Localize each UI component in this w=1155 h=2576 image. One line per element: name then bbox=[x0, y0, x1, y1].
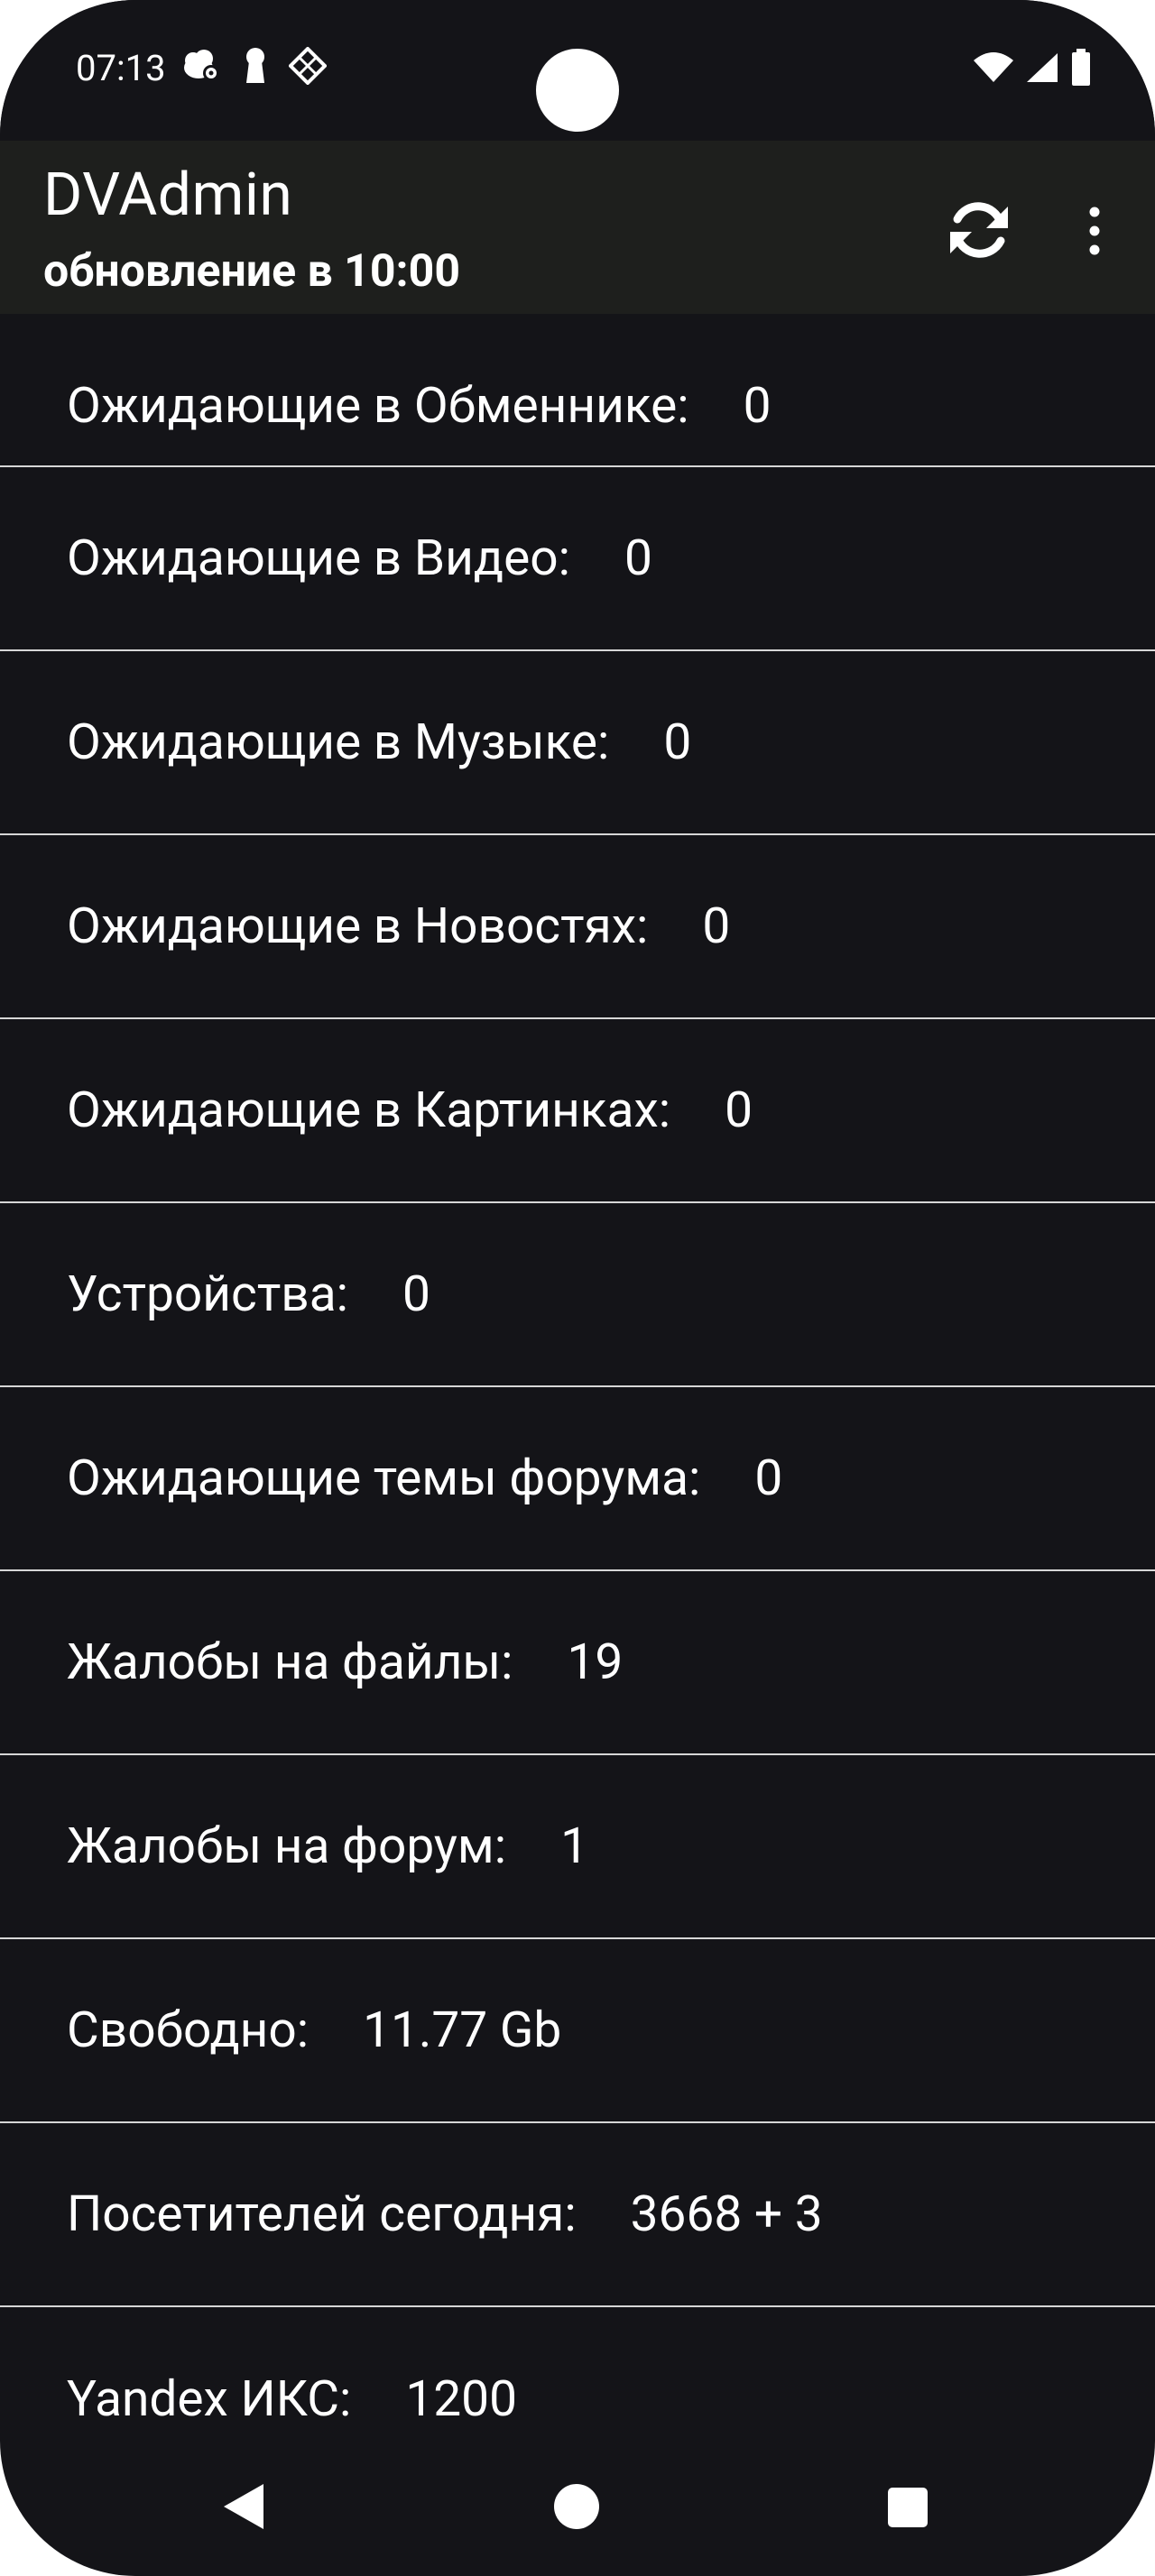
app-bar: DVAdmin обновление в 10:00 bbox=[0, 141, 1155, 314]
stats-row-forum-topics-pending: Ожидающие темы форума: 0 bbox=[0, 1387, 1155, 1571]
stats-list[interactable]: Ожидающие в Обменнике: 0 Ожидающие в Виде… bbox=[0, 314, 1155, 2491]
stat-label: Ожидающие в Новостях: bbox=[67, 897, 649, 955]
phone-screen: 07:13 DVAdmin обновление в 10:00 Ожидающ… bbox=[0, 0, 1155, 2576]
stats-row-free-space: Свободно: 11.77 Gb bbox=[0, 1939, 1155, 2123]
stat-label: Посетителей сегодня: bbox=[67, 2185, 577, 2243]
recents-button[interactable] bbox=[888, 2488, 928, 2527]
stat-value: 11.77 Gb bbox=[363, 2001, 562, 2059]
status-bar: 07:13 bbox=[0, 0, 1155, 141]
stat-label: Свободно: bbox=[67, 2001, 310, 2059]
stat-label: Жалобы на файлы: bbox=[67, 1633, 513, 1691]
app-title: DVAdmin bbox=[43, 161, 293, 230]
refresh-icon bbox=[950, 202, 1008, 258]
stat-label: Устройства: bbox=[67, 1265, 348, 1323]
stat-value: 19 bbox=[567, 1633, 624, 1691]
status-notification-icons bbox=[180, 47, 327, 85]
stats-row-exchanger-pending: Ожидающие в Обменнике: 0 bbox=[0, 314, 1155, 467]
signal-icon bbox=[1025, 51, 1059, 87]
stat-label: Ожидающие в Обменнике: bbox=[67, 377, 689, 435]
stat-value: 0 bbox=[402, 1265, 430, 1323]
stat-value: 0 bbox=[743, 377, 772, 435]
battery-icon bbox=[1070, 49, 1092, 90]
stat-label: Ожидающие в Картинках: bbox=[67, 1081, 671, 1139]
stat-label: Ожидающие в Видео: bbox=[67, 529, 570, 587]
stat-label: Жалобы на форум: bbox=[67, 1817, 507, 1875]
overflow-menu-button[interactable] bbox=[1072, 195, 1117, 267]
gear-cloud-icon bbox=[180, 48, 222, 84]
stats-row-pictures-pending: Ожидающие в Картинках: 0 bbox=[0, 1019, 1155, 1203]
stat-label: Ожидающие темы форума: bbox=[67, 1449, 701, 1507]
stat-value: 0 bbox=[702, 897, 731, 955]
stat-value: 0 bbox=[754, 1449, 783, 1507]
stat-label: Yandex ИКС: bbox=[67, 2370, 352, 2428]
stats-row-music-pending: Ожидающие в Музыке: 0 bbox=[0, 651, 1155, 835]
diamond-grid-icon bbox=[289, 47, 327, 85]
navigation-bar bbox=[0, 2435, 1155, 2576]
stats-row-news-pending: Ожидающие в Новостях: 0 bbox=[0, 835, 1155, 1019]
stats-row-file-complaints: Жалобы на файлы: 19 bbox=[0, 1571, 1155, 1755]
wifi-icon bbox=[973, 51, 1014, 87]
stat-value: 0 bbox=[624, 529, 652, 587]
status-time: 07:13 bbox=[76, 47, 166, 89]
stat-value: 0 bbox=[663, 713, 692, 771]
back-triangle-icon bbox=[224, 2484, 263, 2529]
stats-row-forum-complaints: Жалобы на форум: 1 bbox=[0, 1755, 1155, 1939]
camera-cutout bbox=[536, 49, 619, 132]
home-button[interactable] bbox=[554, 2484, 599, 2529]
stat-label: Ожидающие в Музыке: bbox=[67, 713, 610, 771]
keyhole-icon bbox=[242, 47, 269, 85]
stats-row-video-pending: Ожидающие в Видео: 0 bbox=[0, 467, 1155, 651]
more-vert-icon bbox=[1089, 207, 1100, 255]
back-button[interactable] bbox=[220, 2482, 265, 2535]
app-subtitle: обновление в 10:00 bbox=[43, 245, 461, 298]
stat-value: 1200 bbox=[405, 2370, 517, 2428]
stat-value: 3668 + 3 bbox=[630, 2185, 823, 2243]
refresh-button[interactable] bbox=[940, 191, 1018, 269]
stat-value: 1 bbox=[560, 1817, 588, 1875]
stats-row-visitors-today: Посетителей сегодня: 3668 + 3 bbox=[0, 2123, 1155, 2307]
stat-value: 0 bbox=[725, 1081, 753, 1139]
status-system-icons bbox=[973, 49, 1092, 90]
stats-row-devices: Устройства: 0 bbox=[0, 1203, 1155, 1387]
